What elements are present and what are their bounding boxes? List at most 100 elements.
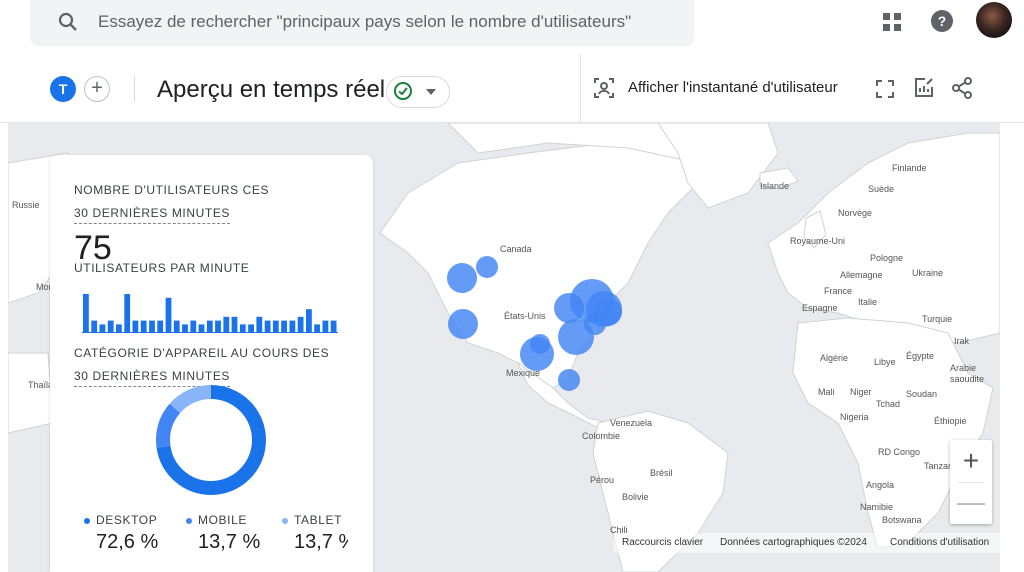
- bar[interactable]: [314, 324, 320, 332]
- map-label: Éthiopie: [934, 416, 967, 426]
- user-snapshot-button[interactable]: Afficher l'instantané d'utilisateur: [628, 79, 838, 96]
- map-label: Algérie: [820, 353, 849, 363]
- user-location-bubble[interactable]: [584, 313, 606, 335]
- bar[interactable]: [264, 320, 271, 332]
- bar[interactable]: [248, 324, 254, 332]
- map-label: Brésil: [650, 468, 673, 478]
- legend-label: DESKTOP: [96, 513, 158, 527]
- users-per-minute-chart: [82, 292, 338, 333]
- apps-icon[interactable]: [880, 10, 904, 34]
- map-label: Bolivie: [622, 492, 649, 502]
- bar[interactable]: [215, 320, 221, 332]
- map-label: Niger: [850, 387, 872, 397]
- avatar[interactable]: [976, 2, 1012, 38]
- user-location-bubble[interactable]: [558, 369, 580, 391]
- map-label: Russie: [12, 200, 40, 210]
- user-location-bubble[interactable]: [476, 256, 498, 278]
- bar[interactable]: [165, 297, 172, 332]
- bar[interactable]: [330, 320, 337, 332]
- tablet-percent: 13,7 %: [294, 531, 348, 553]
- bar[interactable]: [198, 324, 205, 332]
- bar[interactable]: [190, 320, 197, 332]
- divider: [580, 54, 581, 122]
- map-label: Allemagne: [840, 270, 883, 280]
- device-donut-chart: [156, 385, 266, 495]
- map-label: Espagne: [802, 303, 838, 313]
- per-minute-caption: UTILISATEURS PAR MINUTE: [74, 261, 250, 275]
- legend-tablet: TABLET: [282, 513, 342, 527]
- bar[interactable]: [83, 294, 89, 332]
- check-circle-icon: [394, 82, 412, 100]
- search-bar[interactable]: Essayez de rechercher "principaux pays s…: [30, 0, 694, 46]
- map-label: États-Unis: [504, 311, 546, 321]
- users-caption-line2[interactable]: 30 DERNIÈRES MINUTES: [74, 206, 231, 224]
- map-label: Namibie: [860, 502, 894, 512]
- map-label: RD Congo: [878, 447, 921, 457]
- bar[interactable]: [239, 324, 246, 332]
- bar[interactable]: [231, 316, 238, 332]
- legend-dot: [186, 517, 192, 524]
- bar[interactable]: [297, 316, 304, 332]
- bar[interactable]: [99, 324, 106, 332]
- keyboard-shortcuts-link[interactable]: Raccourcis clavier: [622, 537, 703, 548]
- help-icon[interactable]: ?: [930, 9, 954, 33]
- map-label: Nigeria: [840, 412, 869, 422]
- bar[interactable]: [281, 320, 287, 332]
- bar[interactable]: [116, 324, 122, 332]
- user-location-bubble[interactable]: [447, 263, 477, 293]
- bar[interactable]: [157, 320, 164, 332]
- map-label: Tchad: [876, 399, 901, 409]
- search-placeholder: Essayez de rechercher "principaux pays s…: [98, 12, 632, 31]
- bar-chart-svg: [83, 294, 337, 332]
- device-caption: CATÉGORIE D'APPAREIL AU COURS DES: [74, 346, 330, 360]
- user-snapshot-icon[interactable]: [592, 76, 616, 100]
- map-label: Canada: [500, 244, 532, 254]
- terms-link[interactable]: Conditions d'utilisation: [890, 537, 989, 548]
- divider: [134, 76, 135, 102]
- map-label: Pérou: [590, 475, 615, 485]
- desktop-percent: 72,6 %: [96, 531, 159, 553]
- user-location-bubble[interactable]: [448, 309, 478, 339]
- bar[interactable]: [223, 316, 230, 332]
- map-label: Norvège: [838, 208, 873, 218]
- map-label: Arabie saoudite: [950, 363, 985, 384]
- map-label: Turquie: [922, 314, 953, 324]
- share-icon[interactable]: [950, 76, 974, 100]
- bar[interactable]: [289, 320, 296, 332]
- map-label: Libye: [874, 357, 896, 367]
- bar[interactable]: [140, 320, 147, 332]
- fullscreen-icon[interactable]: [874, 78, 896, 100]
- map-label: Colombie: [582, 431, 621, 441]
- map-label: Suède: [868, 184, 895, 194]
- bar[interactable]: [272, 320, 279, 332]
- bar[interactable]: [132, 320, 139, 332]
- zoom-out-button[interactable]: —: [950, 482, 992, 524]
- realtime-summary-card: NOMBRE D'UTILISATEURS CES 30 DERNIÈRES M…: [50, 155, 373, 572]
- bar[interactable]: [206, 320, 213, 332]
- add-comparison-button[interactable]: +: [84, 76, 110, 102]
- bar[interactable]: [173, 320, 180, 332]
- property-badge[interactable]: T: [50, 76, 76, 102]
- status-dropdown[interactable]: [386, 76, 450, 108]
- page-header: T + Aperçu en temps réel Afficher l'inst…: [0, 54, 1024, 123]
- bar[interactable]: [107, 320, 114, 332]
- bar[interactable]: [322, 320, 329, 332]
- bar[interactable]: [149, 320, 155, 332]
- bar[interactable]: [256, 316, 263, 332]
- bar[interactable]: [91, 320, 98, 332]
- user-location-bubble[interactable]: [554, 293, 584, 323]
- legend-label: TABLET: [294, 513, 343, 527]
- bar[interactable]: [124, 294, 131, 332]
- map-label: France: [824, 286, 853, 296]
- zoom-controls: + —: [950, 440, 992, 524]
- zoom-in-button[interactable]: +: [950, 440, 992, 482]
- map-label: Venezuela: [610, 418, 653, 428]
- map-label: Angola: [866, 480, 895, 490]
- bar[interactable]: [306, 309, 312, 332]
- map-label: Ukraine: [912, 268, 944, 278]
- user-location-bubble[interactable]: [530, 334, 550, 354]
- users-caption: NOMBRE D'UTILISATEURS CES: [74, 183, 270, 197]
- legend-mobile: MOBILE: [186, 513, 247, 527]
- customize-report-icon[interactable]: [912, 76, 936, 100]
- bar[interactable]: [182, 324, 188, 332]
